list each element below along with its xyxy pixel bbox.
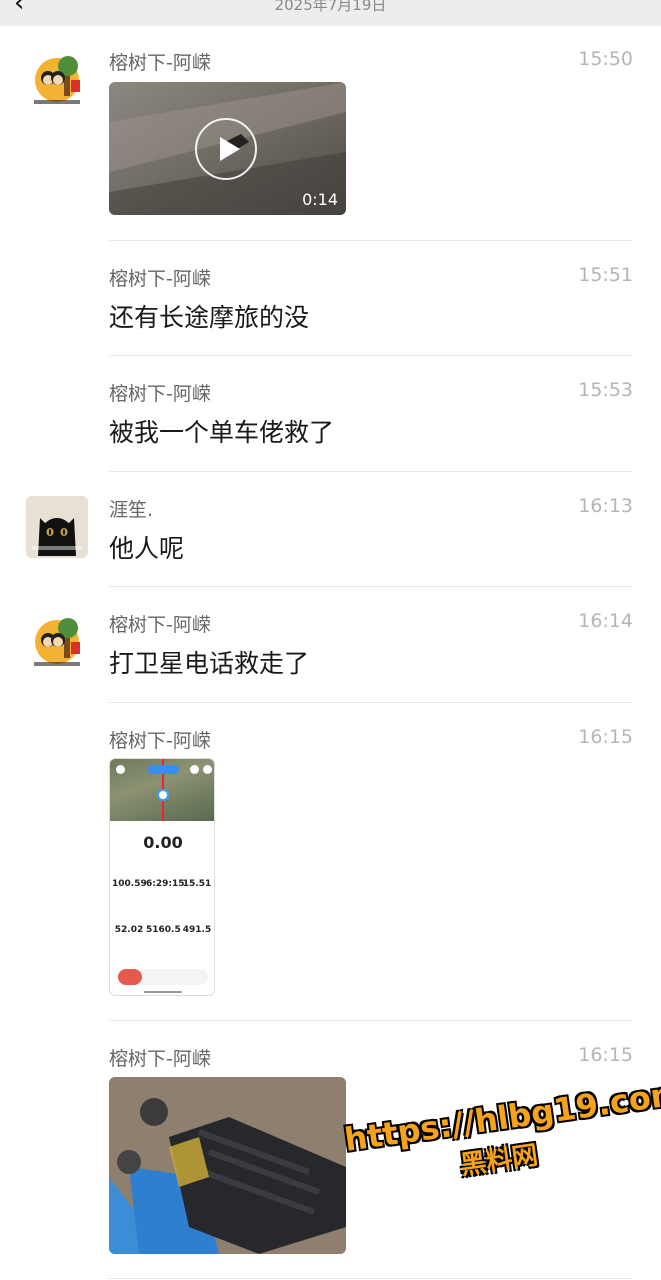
tracker-main-value: 0.00	[143, 833, 183, 852]
message-time: 15:51	[578, 264, 633, 286]
message-text[interactable]: 他人呢	[109, 529, 184, 565]
divider	[109, 586, 633, 587]
sender-name: 涯笙.	[109, 499, 154, 521]
settings-icon	[203, 765, 212, 774]
sender-name: 榕树下-阿嵘	[109, 1048, 211, 1070]
sender-name: 榕树下-阿嵘	[109, 730, 211, 752]
message-text[interactable]: 还有长途摩旅的没	[109, 298, 309, 334]
message-text[interactable]: 打卫星电话救走了	[109, 644, 309, 680]
status-pill	[147, 765, 179, 774]
tracker-screenshot[interactable]: 0.00 100.59 6:29:15 15.51 52.02 5160.5 4…	[109, 758, 215, 996]
rescue-photo[interactable]	[109, 1077, 346, 1254]
avatar[interactable]	[26, 496, 88, 558]
tracker-stat: 5160.5	[146, 925, 181, 935]
avatar[interactable]	[26, 614, 88, 676]
tracker-stat: 52.02	[114, 925, 144, 935]
message-text[interactable]: 被我一个单车佬救了	[109, 413, 334, 449]
divider	[109, 240, 633, 241]
divider	[109, 355, 633, 356]
video-duration: 0:14	[302, 190, 338, 209]
tracker-stat: 100.59	[112, 879, 147, 889]
sender-name: 榕树下-阿嵘	[109, 614, 211, 636]
tracker-stat: 491.5	[182, 925, 212, 935]
divider	[109, 1020, 633, 1021]
divider	[109, 471, 633, 472]
tracker-stat: 6:29:15	[146, 879, 185, 889]
divider	[109, 1278, 633, 1279]
top-bar: ‹ 2025年7月19日	[0, 0, 661, 26]
message-time: 16:13	[578, 495, 633, 517]
watermark: https://hlbg19.com 黑料网	[342, 1074, 661, 1197]
message-time: 16:15	[578, 1044, 633, 1066]
message-time: 15:53	[578, 379, 633, 401]
date-header: 2025年7月19日	[274, 0, 387, 14]
sender-name: 榕树下-阿嵘	[109, 383, 211, 405]
camera-icon	[190, 765, 199, 774]
location-dot	[157, 789, 169, 801]
home-indicator	[144, 991, 182, 993]
action-button	[118, 969, 142, 985]
sender-name: 榕树下-阿嵘	[109, 52, 211, 74]
avatar[interactable]	[26, 52, 88, 114]
message-time: 16:14	[578, 610, 633, 632]
play-icon[interactable]	[195, 118, 257, 180]
video-thumbnail[interactable]: 0:14	[109, 82, 346, 215]
tracker-stat: 15.51	[182, 879, 212, 889]
message-time: 15:50	[578, 48, 633, 70]
divider	[109, 702, 633, 703]
sender-name: 榕树下-阿嵘	[109, 268, 211, 290]
message-time: 16:15	[578, 726, 633, 748]
heart-icon	[116, 765, 125, 774]
